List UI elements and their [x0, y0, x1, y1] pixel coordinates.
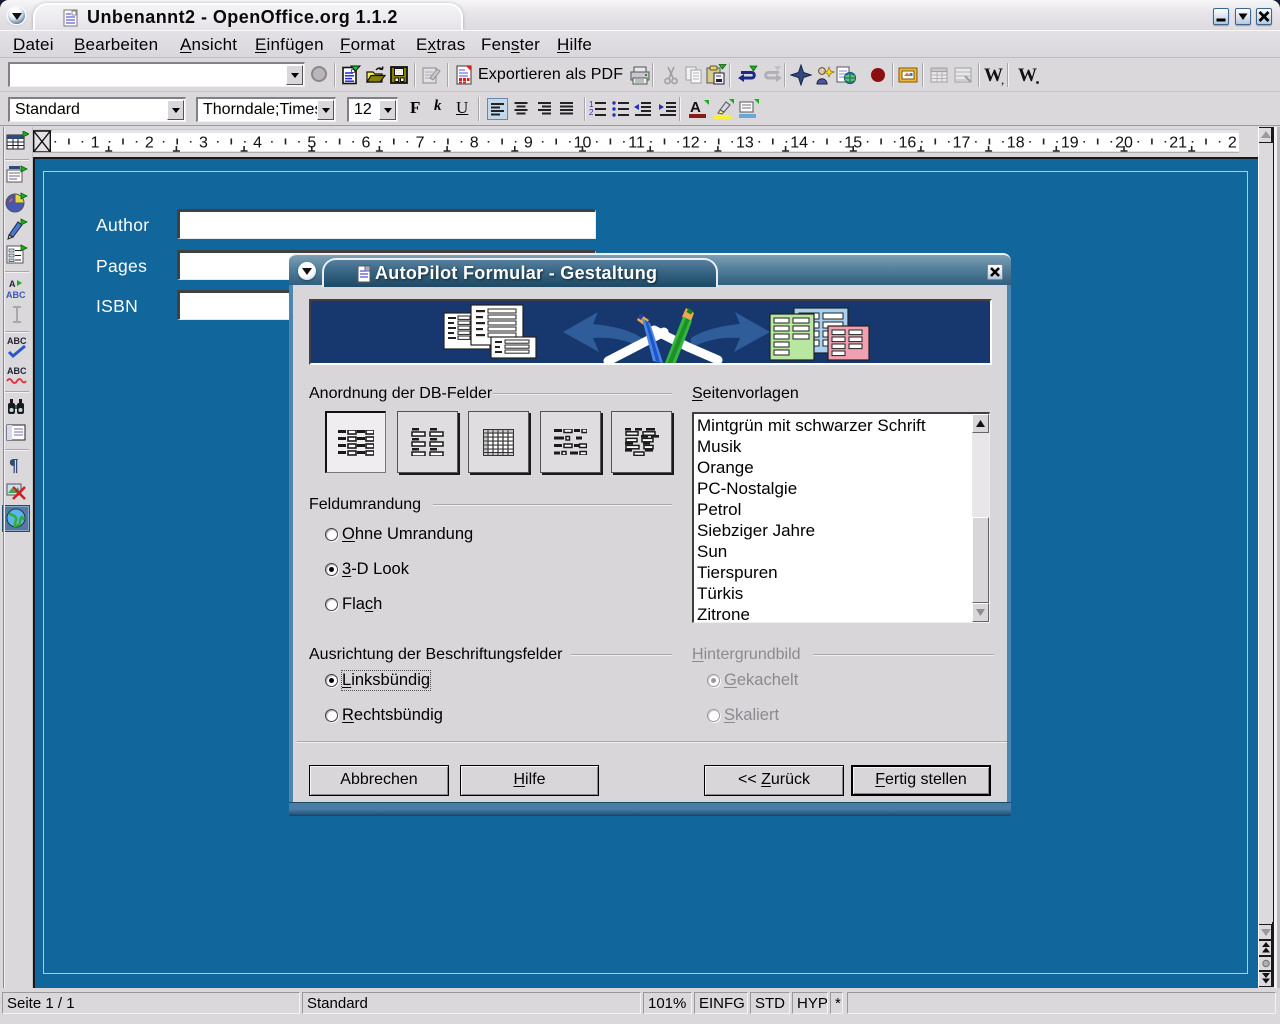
svg-text:2: 2 [1228, 135, 1237, 152]
svg-text:3: 3 [199, 135, 208, 152]
svg-text:2: 2 [589, 108, 594, 117]
svg-text:2: 2 [145, 135, 154, 152]
svg-text:4: 4 [253, 135, 262, 152]
svg-text:6: 6 [361, 135, 370, 152]
svg-text:13: 13 [736, 135, 754, 152]
svg-text:11: 11 [628, 135, 645, 152]
svg-text:18: 18 [1007, 135, 1025, 152]
svg-text:1: 1 [91, 135, 100, 152]
svg-text:A: A [690, 99, 701, 116]
svg-text:19: 19 [1061, 135, 1079, 152]
svg-text:14: 14 [790, 135, 808, 152]
svg-text:¶: ¶ [9, 455, 19, 475]
svg-text:16: 16 [899, 135, 917, 152]
svg-text:9: 9 [524, 135, 533, 152]
svg-text:ABC: ABC [7, 336, 27, 346]
svg-text:,: , [1001, 72, 1004, 86]
svg-text:ABC: ABC [6, 290, 26, 300]
svg-text:7: 7 [416, 135, 425, 152]
svg-text:W: W [1018, 65, 1037, 86]
svg-text:ABC: ABC [7, 366, 27, 376]
svg-text:21: 21 [1169, 135, 1187, 152]
svg-text:17: 17 [953, 135, 971, 152]
svg-text:A: A [9, 279, 16, 289]
svg-text:8: 8 [470, 135, 479, 152]
svg-text:12: 12 [682, 135, 700, 152]
